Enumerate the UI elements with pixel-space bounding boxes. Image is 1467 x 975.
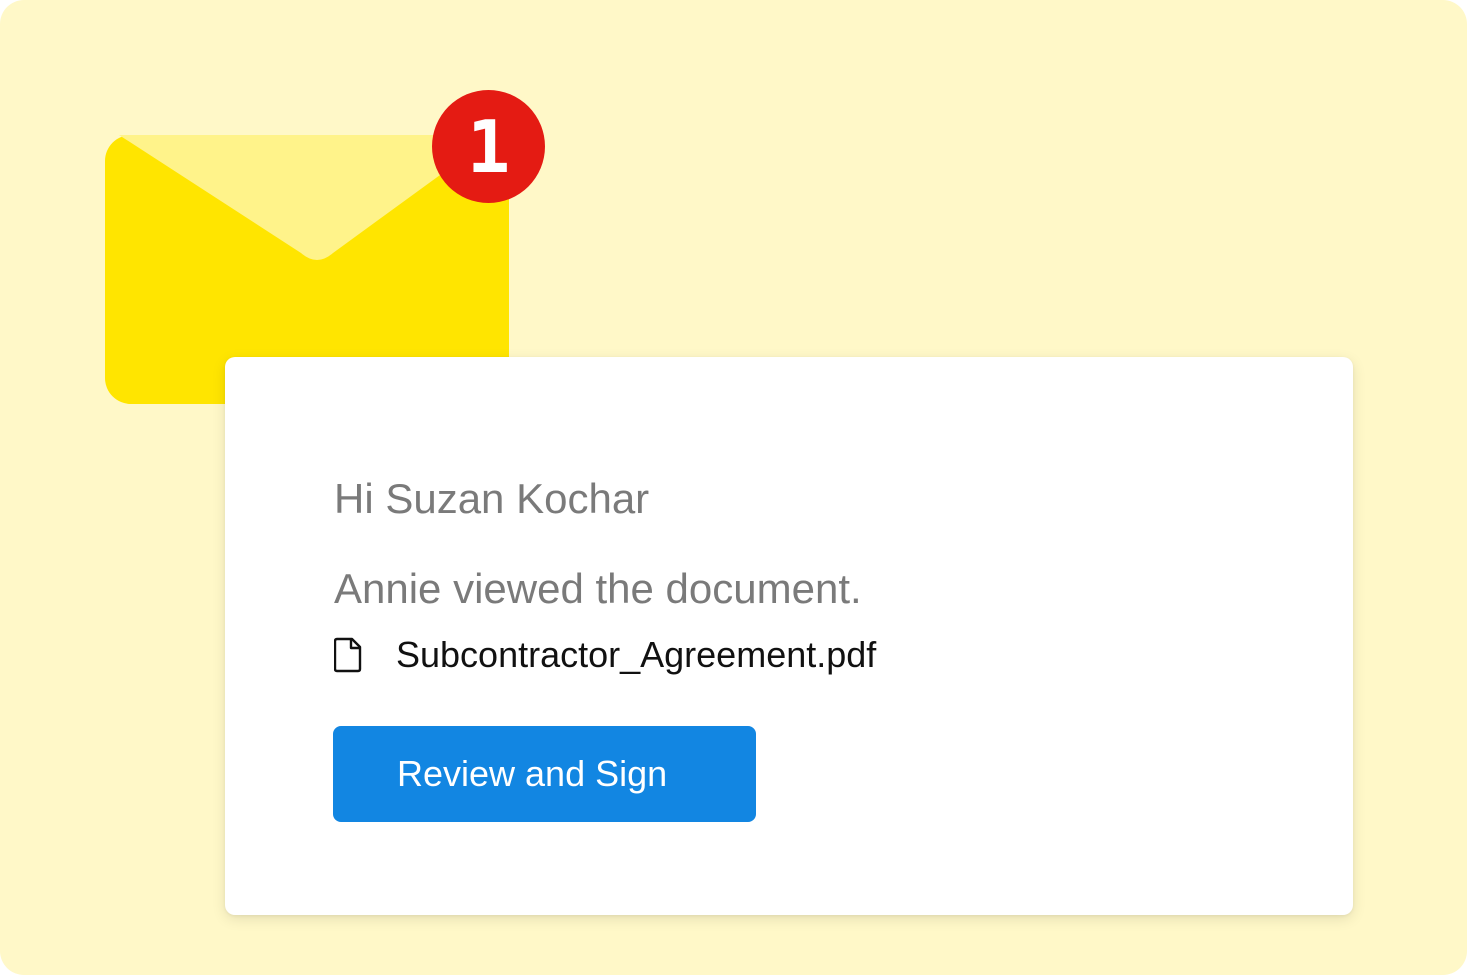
message-text: Annie viewed the document. — [334, 565, 862, 612]
file-name[interactable]: Subcontractor_Agreement.pdf — [396, 634, 876, 676]
notification-badge: 1 — [432, 90, 545, 203]
email-card: Hi Suzan Kochar Annie viewed the documen… — [225, 357, 1353, 915]
greeting-text: Hi Suzan Kochar — [334, 475, 650, 522]
attachment-row[interactable]: Subcontractor_Agreement.pdf — [334, 631, 876, 679]
illustration-canvas: 1 Hi Suzan Kochar Annie viewed the docum… — [0, 0, 1467, 975]
review-and-sign-button[interactable]: Review and Sign — [333, 726, 756, 822]
file-icon — [334, 635, 374, 675]
